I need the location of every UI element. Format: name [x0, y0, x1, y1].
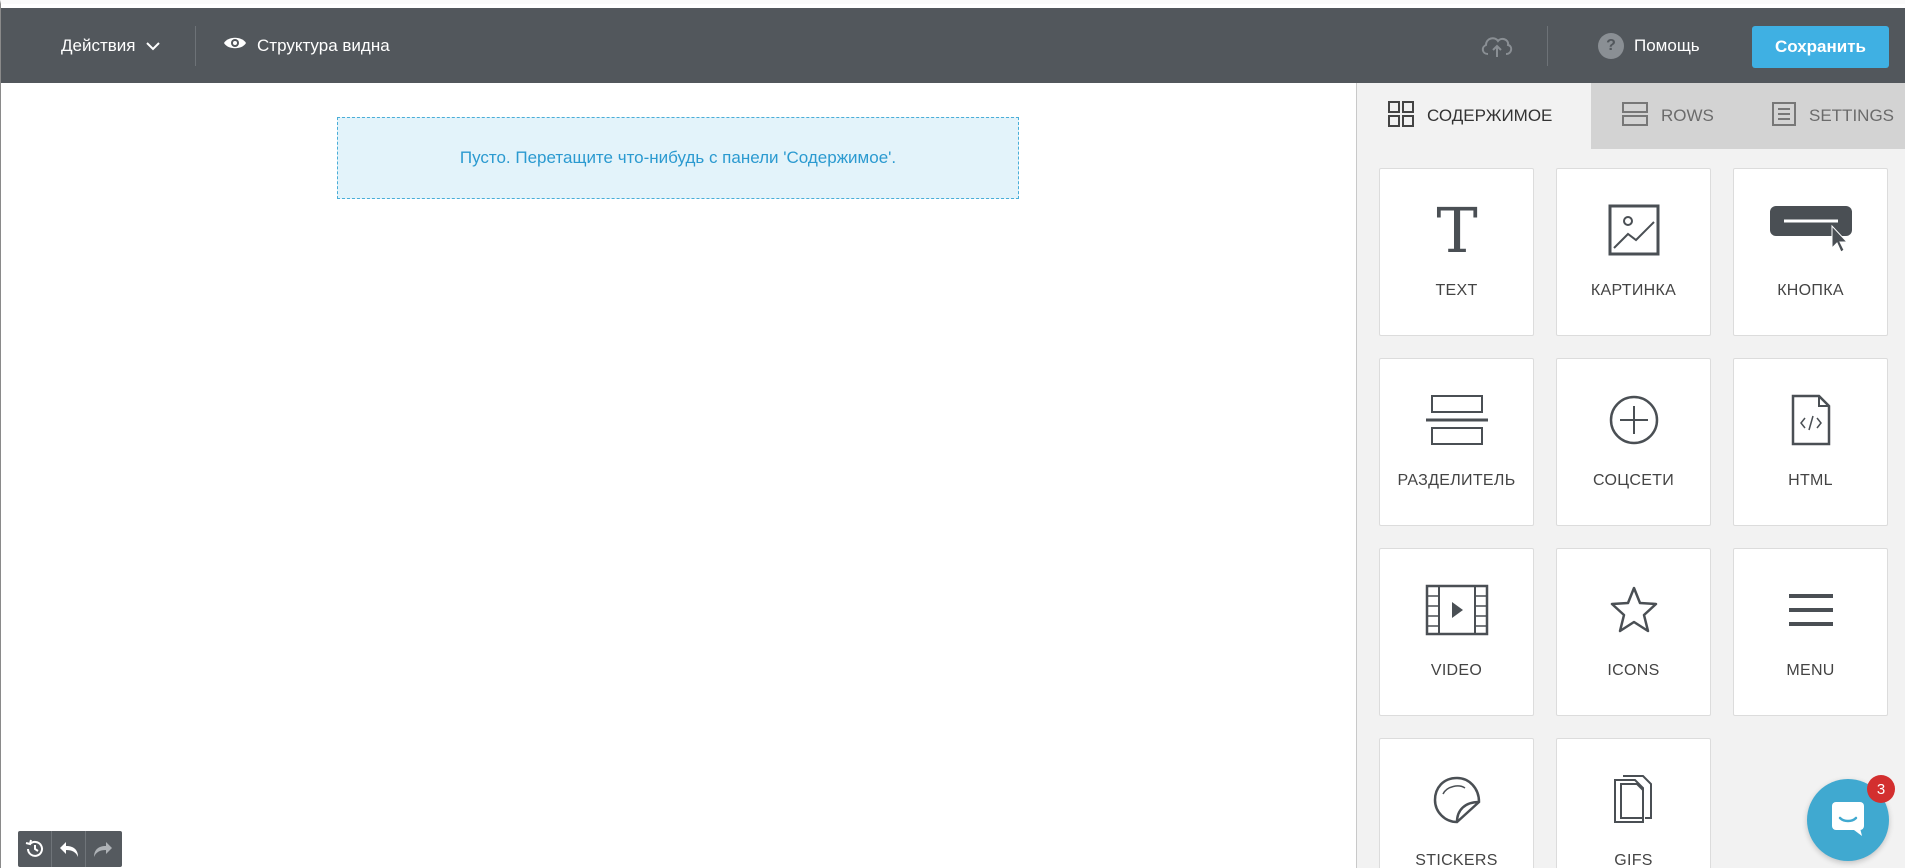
block-divider[interactable]: РАЗДЕЛИТЕЛЬ	[1379, 358, 1534, 526]
block-label: КАРТИНКА	[1590, 282, 1677, 299]
save-button[interactable]: Сохранить	[1752, 26, 1889, 68]
empty-drop-message: Пусто. Перетащите что-нибудь с панели 'С…	[459, 148, 897, 167]
history-icon[interactable]	[18, 831, 52, 867]
gif-files-icon	[1557, 769, 1710, 831]
block-label: ICONS	[1607, 662, 1660, 679]
help-icon: ?	[1598, 32, 1624, 59]
block-label: HTML	[1788, 472, 1833, 489]
block-menu[interactable]: MENU	[1733, 548, 1888, 716]
block-image[interactable]: КАРТИНКА	[1556, 168, 1711, 336]
top-toolbar: Действия Структура видна ? Помощь Сохран…	[1, 8, 1905, 83]
menu-icon	[1734, 579, 1887, 641]
history-controls	[18, 831, 122, 867]
block-label: СОЦСЕТИ	[1592, 472, 1675, 489]
block-text[interactable]: T TEXT	[1379, 168, 1534, 336]
tab-content-label: СОДЕРЖИМОЕ	[1427, 106, 1553, 125]
email-editor-app: Действия Структура видна ? Помощь Сохран…	[0, 0, 1905, 868]
cloud-upload-icon[interactable]	[1479, 32, 1515, 60]
tab-rows[interactable]: ROWS	[1621, 83, 1714, 149]
video-icon	[1380, 579, 1533, 641]
undo-icon[interactable]	[52, 831, 86, 867]
settings-doc-icon	[1771, 101, 1797, 132]
chat-icon	[1828, 798, 1868, 843]
block-button[interactable]: КНОПКА	[1733, 168, 1888, 336]
block-social[interactable]: СОЦСЕТИ	[1556, 358, 1711, 526]
block-stickers[interactable]: STICKERS	[1379, 738, 1534, 868]
divider-icon	[1380, 389, 1533, 451]
empty-drop-zone[interactable]: Пусто. Перетащите что-нибудь с панели 'С…	[337, 117, 1019, 199]
tab-settings-label: SETTINGS	[1809, 106, 1895, 125]
help-label: Помощь	[1634, 35, 1700, 55]
tab-content[interactable]: СОДЕРЖИМОЕ	[1357, 83, 1591, 149]
chevron-down-icon	[145, 36, 161, 56]
block-html[interactable]: HTML	[1733, 358, 1888, 526]
block-gifs[interactable]: GIFS	[1556, 738, 1711, 868]
toolbar-divider	[1547, 26, 1548, 66]
toolbar-divider	[195, 26, 196, 66]
social-plus-icon	[1557, 389, 1710, 451]
sticker-icon	[1380, 769, 1533, 831]
html-file-icon	[1734, 389, 1887, 451]
tab-rows-label: ROWS	[1661, 106, 1714, 125]
block-label: РАЗДЕЛИТЕЛЬ	[1397, 472, 1516, 489]
image-icon	[1557, 199, 1710, 261]
eye-icon	[223, 35, 247, 56]
svg-text:T: T	[1436, 202, 1477, 258]
grid-icon	[1387, 100, 1415, 133]
block-label: GIFS	[1614, 852, 1653, 868]
block-label: STICKERS	[1415, 852, 1498, 868]
actions-dropdown[interactable]: Действия	[61, 8, 161, 83]
rows-icon	[1621, 101, 1649, 132]
content-panel: СОДЕРЖИМОЕ ROWS SETTINGS T TEXT КАРТИНКА…	[1356, 83, 1905, 868]
redo-icon[interactable]	[86, 831, 120, 867]
block-video[interactable]: VIDEO	[1379, 548, 1534, 716]
structure-label: Структура видна	[257, 35, 390, 55]
block-label: VIDEO	[1430, 662, 1483, 679]
block-label: КНОПКА	[1777, 282, 1844, 299]
panel-tabs: СОДЕРЖИМОЕ ROWS SETTINGS	[1357, 83, 1905, 149]
chat-notification-badge: 3	[1867, 775, 1895, 803]
star-icon	[1557, 579, 1710, 641]
help-button[interactable]: ? Помощь	[1598, 8, 1700, 83]
text-icon: T	[1380, 199, 1533, 261]
block-icons[interactable]: ICONS	[1556, 548, 1711, 716]
tab-settings[interactable]: SETTINGS	[1771, 83, 1894, 149]
actions-label: Действия	[61, 35, 136, 55]
structure-toggle[interactable]: Структура видна	[223, 8, 390, 83]
block-label: MENU	[1786, 662, 1835, 679]
block-label: TEXT	[1435, 282, 1478, 299]
editor-canvas[interactable]: Пусто. Перетащите что-нибудь с панели 'С…	[1, 83, 1356, 868]
button-icon	[1734, 199, 1887, 261]
